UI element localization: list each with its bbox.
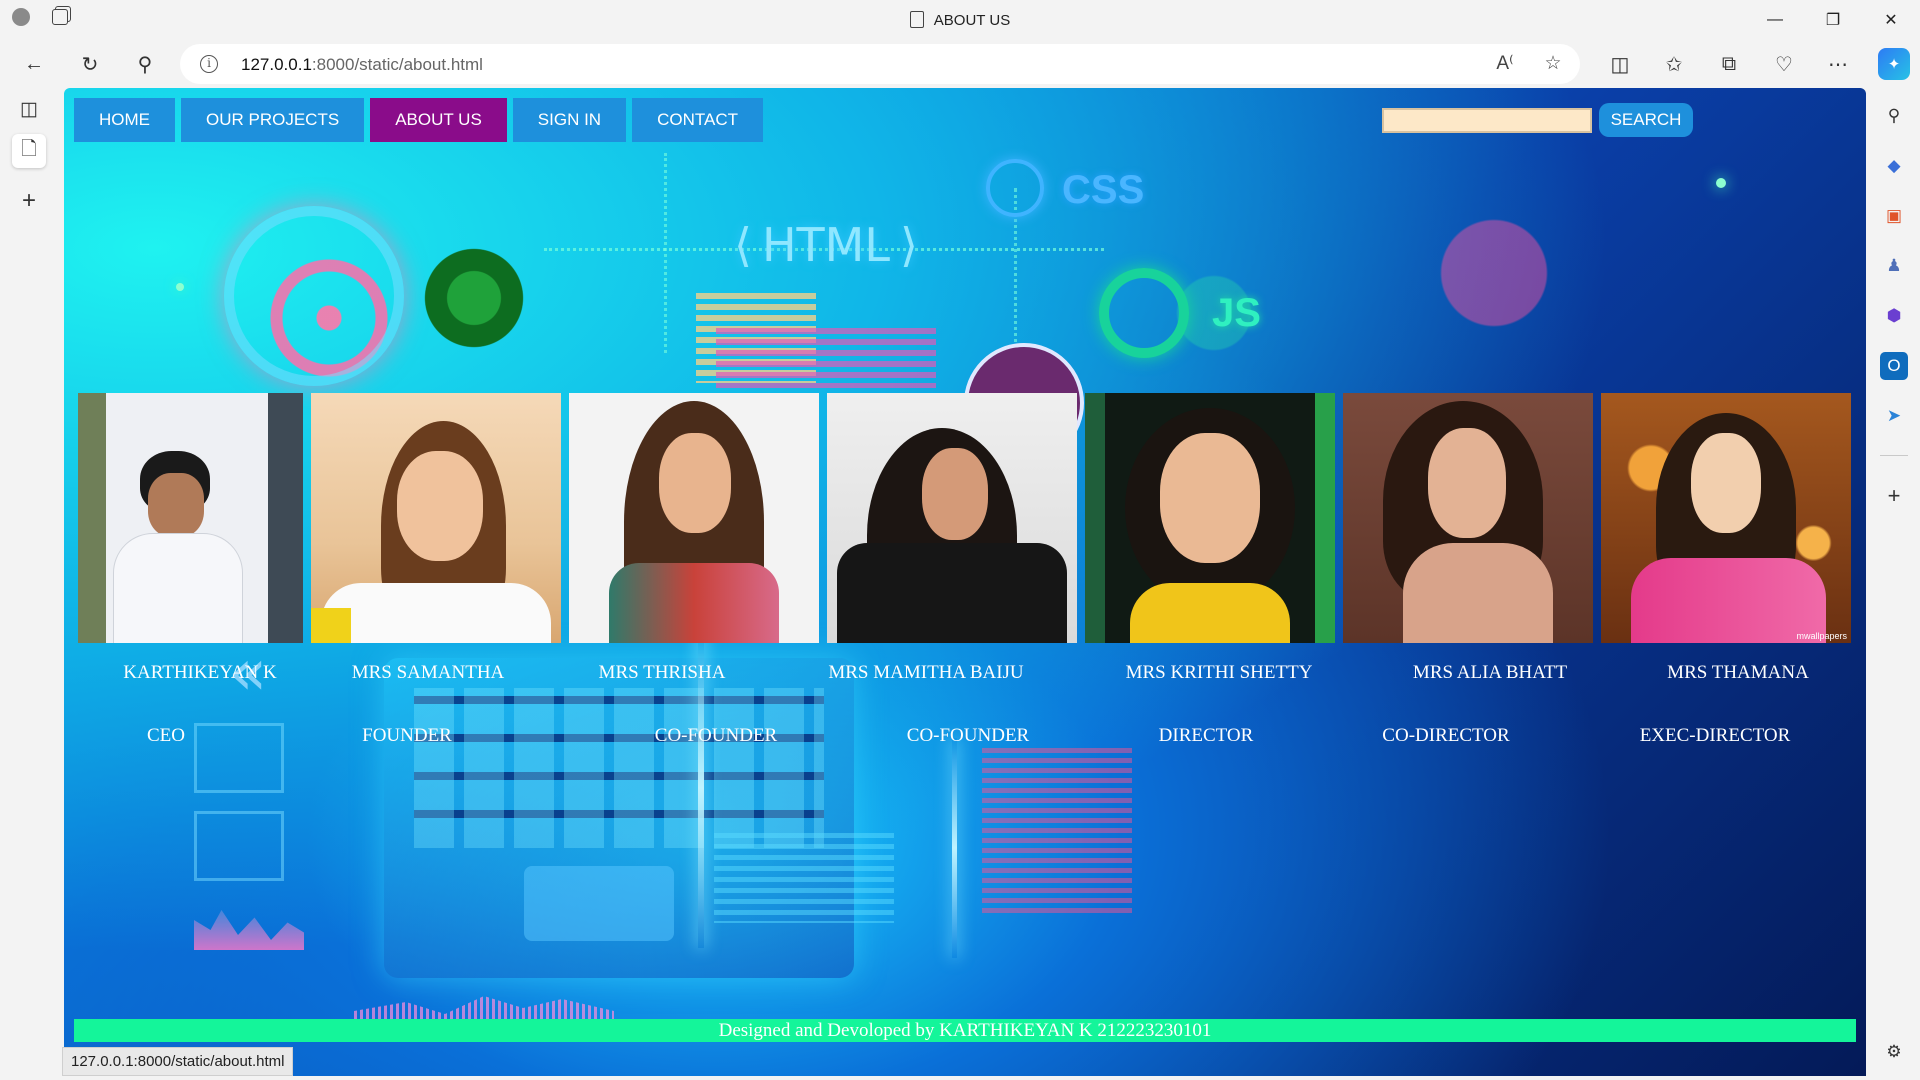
add-sidebar-app-icon[interactable]: +	[1880, 482, 1908, 510]
tab-title: ABOUT US	[933, 12, 1011, 29]
address-url[interactable]: 127.0.0.1:8000/static/about.html	[241, 55, 483, 75]
team-photo-row: mwallpapers	[78, 393, 1858, 643]
light-beam	[952, 738, 957, 958]
minimize-button[interactable]: —	[1746, 0, 1804, 40]
site-info-icon[interactable]: i	[200, 55, 218, 73]
read-aloud-icon[interactable]: A⁽	[1492, 52, 1518, 78]
team-photo	[78, 393, 303, 643]
browser-toolbar: ← ↻ ⚲ i 127.0.0.1:8000/static/about.html…	[0, 40, 1920, 88]
team-member-role: DIRECTOR	[1158, 725, 1254, 746]
css-label: CSS	[1062, 168, 1145, 212]
page-icon	[909, 11, 924, 28]
photo-watermark: mwallpapers	[1796, 631, 1847, 641]
copilot-icon[interactable]: ✦	[1878, 48, 1910, 80]
team-photo	[1085, 393, 1335, 643]
code-lines	[716, 328, 936, 388]
sidebar-search-icon[interactable]: ⚲	[1880, 102, 1908, 130]
nav-sign-in[interactable]: SIGN IN	[512, 98, 627, 142]
team-member-role: CO-FOUNDER	[654, 725, 778, 746]
outlook-icon[interactable]: O	[1880, 352, 1908, 380]
team-member-name: MRS MAMITHA BAIJU	[828, 662, 1024, 683]
games-icon[interactable]: ♟	[1880, 252, 1908, 280]
tab-actions-icon[interactable]: ◫	[12, 92, 46, 126]
active-tab-icon[interactable]: 🗋	[12, 134, 46, 168]
team-photo	[1343, 393, 1593, 643]
team-member-name: MRS KRITHI SHETTY	[1125, 662, 1313, 683]
search-input[interactable]	[1382, 108, 1592, 133]
glow-dot	[1716, 178, 1726, 188]
team-member-name: MRS THRISHA	[598, 662, 726, 683]
ui-card-outline	[194, 811, 284, 881]
team-member-role: EXEC-DIRECTOR	[1639, 725, 1791, 746]
css-ring	[986, 159, 1044, 217]
plant-decoration	[392, 219, 556, 377]
tools-icon[interactable]: ▣	[1880, 202, 1908, 230]
send-icon[interactable]: ➤	[1880, 402, 1908, 430]
refresh-button[interactable]: ↻	[74, 48, 106, 80]
team-member-role: FOUNDER	[362, 725, 452, 746]
split-screen-icon[interactable]: ◫	[1604, 48, 1636, 80]
team-member-role: CO-DIRECTOR	[1382, 725, 1510, 746]
nav-contact[interactable]: CONTACT	[632, 98, 763, 142]
edge-sidebar: ⚲ ◆ ▣ ♟ ⬢ O ➤ + ⚙	[1868, 88, 1920, 1080]
favorite-star-icon[interactable]: ☆	[1540, 52, 1566, 78]
search-icon[interactable]: ⚲	[129, 48, 161, 80]
glow-ring	[224, 206, 404, 386]
address-bar[interactable]: i 127.0.0.1:8000/static/about.html A⁽ ☆	[180, 44, 1580, 84]
team-photo: mwallpapers	[1601, 393, 1851, 643]
window-title: ABOUT US	[0, 11, 1920, 29]
glow-dot	[176, 283, 184, 291]
team-photo	[569, 393, 819, 643]
collections-icon[interactable]: ⧉	[1713, 48, 1745, 80]
back-button[interactable]: ←	[18, 48, 50, 80]
main-nav: HOME OUR PROJECTS ABOUT US SIGN IN CONTA…	[74, 98, 763, 142]
keyboard-keys	[414, 688, 824, 848]
js-ring	[1099, 268, 1189, 358]
nav-about-us[interactable]: ABOUT US	[370, 98, 507, 142]
nav-home[interactable]: HOME	[74, 98, 175, 142]
html-label: ⟨ HTML ⟩	[734, 218, 918, 272]
status-bar-url: 127.0.0.1:8000/static/about.html	[62, 1047, 294, 1076]
nav-our-projects[interactable]: OUR PROJECTS	[181, 98, 365, 142]
team-member-role: CO-FOUNDER	[906, 725, 1030, 746]
vertical-tab-bar: ◫ 🗋 +	[0, 88, 58, 1080]
team-member-name: MRS ALIA BHATT	[1412, 662, 1568, 683]
team-member-name: KARTHIKEYAN K	[123, 662, 277, 683]
restore-button[interactable]: ❐	[1804, 0, 1862, 40]
dotted-line-vertical	[664, 153, 667, 353]
sidebar-settings-icon[interactable]: ⚙	[1880, 1038, 1908, 1066]
team-photo	[827, 393, 1077, 643]
wave-graph	[194, 910, 304, 950]
sidebar-divider	[1880, 455, 1908, 456]
close-window-button[interactable]: ✕	[1862, 0, 1920, 40]
code-panel	[982, 748, 1132, 918]
team-member-name: MRS THAMANA	[1667, 662, 1809, 683]
touchpad	[524, 866, 674, 941]
microsoft365-icon[interactable]: ⬢	[1880, 302, 1908, 330]
team-photo	[311, 393, 561, 643]
page-footer: Designed and Devoloped by KARTHIKEYAN K …	[74, 1019, 1856, 1042]
new-tab-icon[interactable]: +	[12, 184, 46, 218]
team-member-role: CEO	[147, 725, 185, 746]
favorites-icon[interactable]: ✩	[1658, 48, 1690, 80]
page-viewport: ⟨ HTML ⟩ CSS JS « HOME OUR PROJECTS ABOUT …	[64, 88, 1866, 1076]
browser-essentials-icon[interactable]: ♡	[1768, 48, 1800, 80]
shopping-tag-icon[interactable]: ◆	[1880, 152, 1908, 180]
more-menu-icon[interactable]: ⋯	[1822, 48, 1854, 80]
search-button[interactable]: SEARCH	[1599, 103, 1693, 137]
team-member-name: MRS SAMANTHA	[351, 662, 505, 683]
code-panel	[714, 833, 894, 923]
title-bar: ABOUT US — ❐ ✕	[0, 0, 1920, 40]
js-label: JS	[1212, 291, 1261, 335]
